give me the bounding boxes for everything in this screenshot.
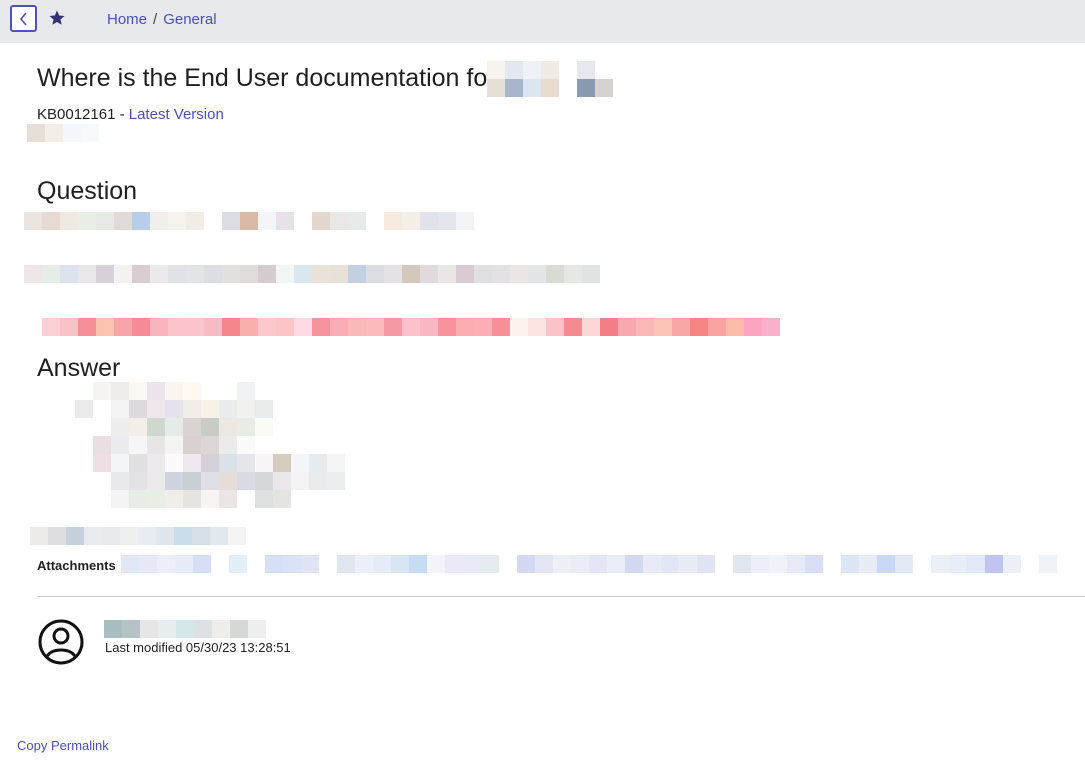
back-button[interactable] <box>10 5 37 32</box>
kb-number: KB0012161 <box>37 106 116 123</box>
article-title: Where is the End User documentation for <box>37 64 496 93</box>
breadcrumb-general-link[interactable]: General <box>163 11 216 28</box>
breadcrumb-separator: / <box>153 11 158 28</box>
redacted-question-line-1 <box>24 212 474 230</box>
breadcrumb: Home / General <box>107 11 217 28</box>
last-modified-text: Last modified 05/30/23 13:28:51 <box>105 640 291 655</box>
user-circle-icon <box>38 619 84 665</box>
kb-info-line: KB0012161 - Latest Version <box>37 106 224 123</box>
star-icon[interactable] <box>48 9 66 27</box>
redacted-title-block <box>487 61 613 97</box>
redacted-answer-footer-line <box>30 527 246 545</box>
redacted-author-name <box>104 620 266 638</box>
attachments-label: Attachments <box>37 558 116 573</box>
answer-heading: Answer <box>37 354 121 382</box>
redacted-question-line-2 <box>24 265 600 283</box>
redacted-attachments-list[interactable] <box>121 555 1057 573</box>
kb-separator: - <box>119 106 125 123</box>
redacted-answer-block <box>75 382 345 508</box>
redacted-meta-block <box>27 124 99 142</box>
redacted-question-highlight <box>42 318 780 336</box>
copy-permalink-link[interactable]: Copy Permalink <box>17 738 109 753</box>
breadcrumb-home-link[interactable]: Home <box>107 11 147 28</box>
question-heading: Question <box>37 177 138 205</box>
chevron-left-icon <box>19 11 27 26</box>
article-title-text: Where is the End User documentation for <box>37 64 496 92</box>
latest-version-link[interactable]: Latest Version <box>129 106 224 123</box>
top-bar: Home / General <box>0 0 1085 43</box>
footer-divider <box>37 596 1085 597</box>
